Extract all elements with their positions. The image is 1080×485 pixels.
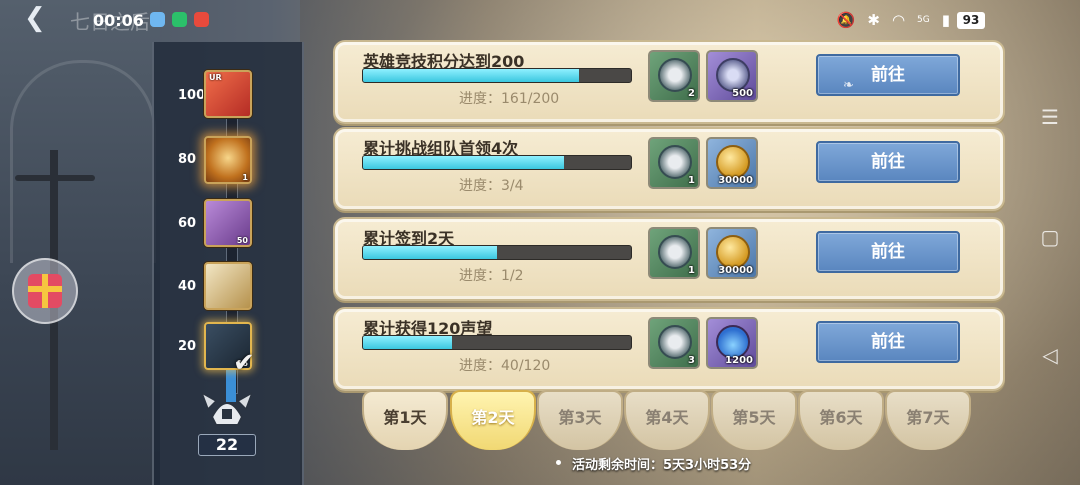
- milestone-reward-chest[interactable]: 1: [204, 136, 252, 184]
- gold-coin-icon: [716, 235, 750, 269]
- tab-day-7[interactable]: 第7天: [885, 390, 971, 450]
- go-button[interactable]: ❧ 前往: [816, 54, 960, 96]
- go-button[interactable]: 前往: [816, 141, 960, 183]
- lamp-arm: [15, 175, 95, 181]
- remaining-time: 活动剩余时间：5天3小时53分: [572, 458, 752, 473]
- milestone-reward-crystal[interactable]: 50: [204, 199, 252, 247]
- reward-count: 1200: [725, 355, 753, 366]
- signal-icon: ▮: [941, 11, 950, 29]
- tab-day-2[interactable]: 第2天: [450, 390, 536, 450]
- milestone-label: 80: [178, 152, 197, 167]
- reward-item[interactable]: 1200: [706, 317, 758, 369]
- network-label: 5G: [917, 15, 930, 25]
- clock: 00:06: [93, 11, 144, 30]
- reward-item[interactable]: 1: [648, 137, 700, 189]
- milestone-label: 20: [178, 339, 197, 354]
- milestone-reward-portrait[interactable]: [204, 262, 252, 310]
- reward-count: 2: [688, 88, 695, 99]
- task-progress-bar: [362, 245, 632, 260]
- reward-count: 500: [732, 88, 753, 99]
- message-app-icon: [172, 12, 187, 27]
- go-button[interactable]: 前往: [816, 231, 960, 273]
- task-progress-text: 进度：161/200: [459, 91, 560, 107]
- task-progress-text: 进度：40/120: [459, 358, 551, 374]
- reward-item[interactable]: 2: [648, 50, 700, 102]
- reward-count: 30000: [718, 265, 753, 276]
- task-card: 英雄竞技积分达到200 进度：161/200 2 500 ❧ 前往: [333, 40, 1005, 124]
- task-progress-fill: [363, 336, 453, 349]
- reward-count: 30000: [718, 175, 753, 186]
- tab-day-1[interactable]: 第1天: [362, 390, 448, 450]
- reward-item[interactable]: 3: [648, 317, 700, 369]
- wifi-icon: ◠: [891, 11, 906, 29]
- reward-count: 1: [688, 265, 695, 276]
- task-progress-fill: [363, 156, 564, 169]
- gift-button[interactable]: [12, 258, 78, 324]
- milestone-reward-hero[interactable]: UR: [204, 70, 252, 118]
- back-icon[interactable]: ❮: [24, 5, 58, 31]
- task-card: 累计签到2天 进度：1/2 1 30000 前往: [333, 217, 1005, 301]
- home-nav-icon[interactable]: ▢: [1040, 225, 1060, 249]
- reward-item[interactable]: 30000: [706, 227, 758, 279]
- go-button-label: 前往: [871, 242, 905, 262]
- bluetooth-icon: ✱: [867, 11, 880, 29]
- potion-icon: [716, 325, 750, 359]
- task-progress-bar: [362, 335, 632, 350]
- reward-count: 3: [688, 355, 695, 366]
- milestone-label: 60: [178, 216, 197, 231]
- task-card: 累计获得120声望 进度：40/120 3 1200 前往: [333, 307, 1005, 391]
- player-level: 22: [198, 434, 256, 456]
- task-progress-text: 进度：3/4: [459, 178, 524, 194]
- gold-coin-icon: [716, 145, 750, 179]
- task-progress-bar: [362, 155, 632, 170]
- game-app-icon: [194, 12, 209, 27]
- go-button-label: 前往: [871, 332, 905, 352]
- ur-badge: UR: [209, 73, 222, 82]
- task-progress-fill: [363, 69, 579, 82]
- feather-icon: ❧: [843, 78, 854, 93]
- reward-item[interactable]: 500: [706, 50, 758, 102]
- task-card: 累计挑战组队首领4次 进度：3/4 1 30000 前往: [333, 127, 1005, 211]
- helmet-token-icon: [658, 325, 692, 359]
- tab-day-6[interactable]: 第6天: [798, 390, 884, 450]
- tab-day-5[interactable]: 第5天: [711, 390, 797, 450]
- system-icons: 🔕 ✱ ◠ 5G ▮: [837, 11, 950, 29]
- milestone-count: 50: [236, 236, 248, 245]
- helmet-badge-icon: [202, 392, 252, 426]
- go-button-label: 前往: [871, 65, 905, 85]
- window-arch: [10, 60, 156, 263]
- reward-item[interactable]: 30000: [706, 137, 758, 189]
- weather-app-icon: [150, 12, 165, 27]
- milestone-label: 100: [178, 88, 206, 103]
- task-progress-text: 进度：1/2: [459, 268, 524, 284]
- status-bar: ❮ 七日之后 00:06 🔕 ✱ ◠ 5G ▮ 93: [0, 0, 1080, 42]
- helmet-token-icon: [658, 58, 692, 92]
- menu-nav-icon[interactable]: ☰: [1040, 105, 1060, 129]
- bullet-icon: [556, 460, 561, 465]
- tab-day-4[interactable]: 第4天: [624, 390, 710, 450]
- back-nav-icon[interactable]: ◁: [1040, 343, 1060, 367]
- task-progress-fill: [363, 246, 497, 259]
- task-progress-bar: [362, 68, 632, 83]
- mute-icon: 🔕: [836, 11, 856, 29]
- milestone-label: 40: [178, 279, 197, 294]
- gift-icon: [28, 274, 62, 308]
- tab-day-3[interactable]: 第3天: [537, 390, 623, 450]
- go-button[interactable]: 前往: [816, 321, 960, 363]
- day-tabs: 第1天 第2天 第3天 第4天 第5天 第6天 第7天: [362, 390, 982, 450]
- gear-medal-icon: [716, 58, 750, 92]
- milestone-count: 1: [242, 173, 248, 182]
- go-button-label: 前往: [871, 152, 905, 172]
- helmet-token-icon: [658, 145, 692, 179]
- reward-count: 1: [688, 175, 695, 186]
- check-icon: ✔: [233, 348, 255, 378]
- helmet-token-icon: [658, 235, 692, 269]
- reward-item[interactable]: 1: [648, 227, 700, 279]
- milestone-track: 100 UR 80 1 60 50 40 20 16 ✔ 22: [152, 42, 304, 485]
- battery-icon: 93: [957, 12, 985, 29]
